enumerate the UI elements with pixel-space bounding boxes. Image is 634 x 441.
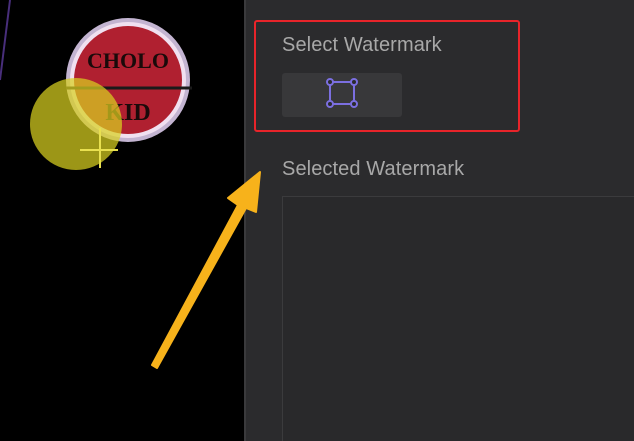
video-frame: CHOLO KID xyxy=(0,0,246,441)
logo-text-top: CHOLO xyxy=(87,48,169,73)
app-window: CHOLO KID Select Watermark Selected Wate… xyxy=(0,0,634,441)
video-preview[interactable]: CHOLO KID xyxy=(0,0,246,441)
select-watermark-button[interactable] xyxy=(282,73,402,117)
selected-watermark-area xyxy=(282,196,634,441)
cursor-highlight xyxy=(30,78,122,170)
select-watermark-label: Select Watermark xyxy=(282,34,442,56)
rectangle-select-icon xyxy=(324,76,360,115)
selected-watermark-label: Selected Watermark xyxy=(282,158,465,180)
watermark-panel: Select Watermark Selected Watermark xyxy=(246,0,634,441)
